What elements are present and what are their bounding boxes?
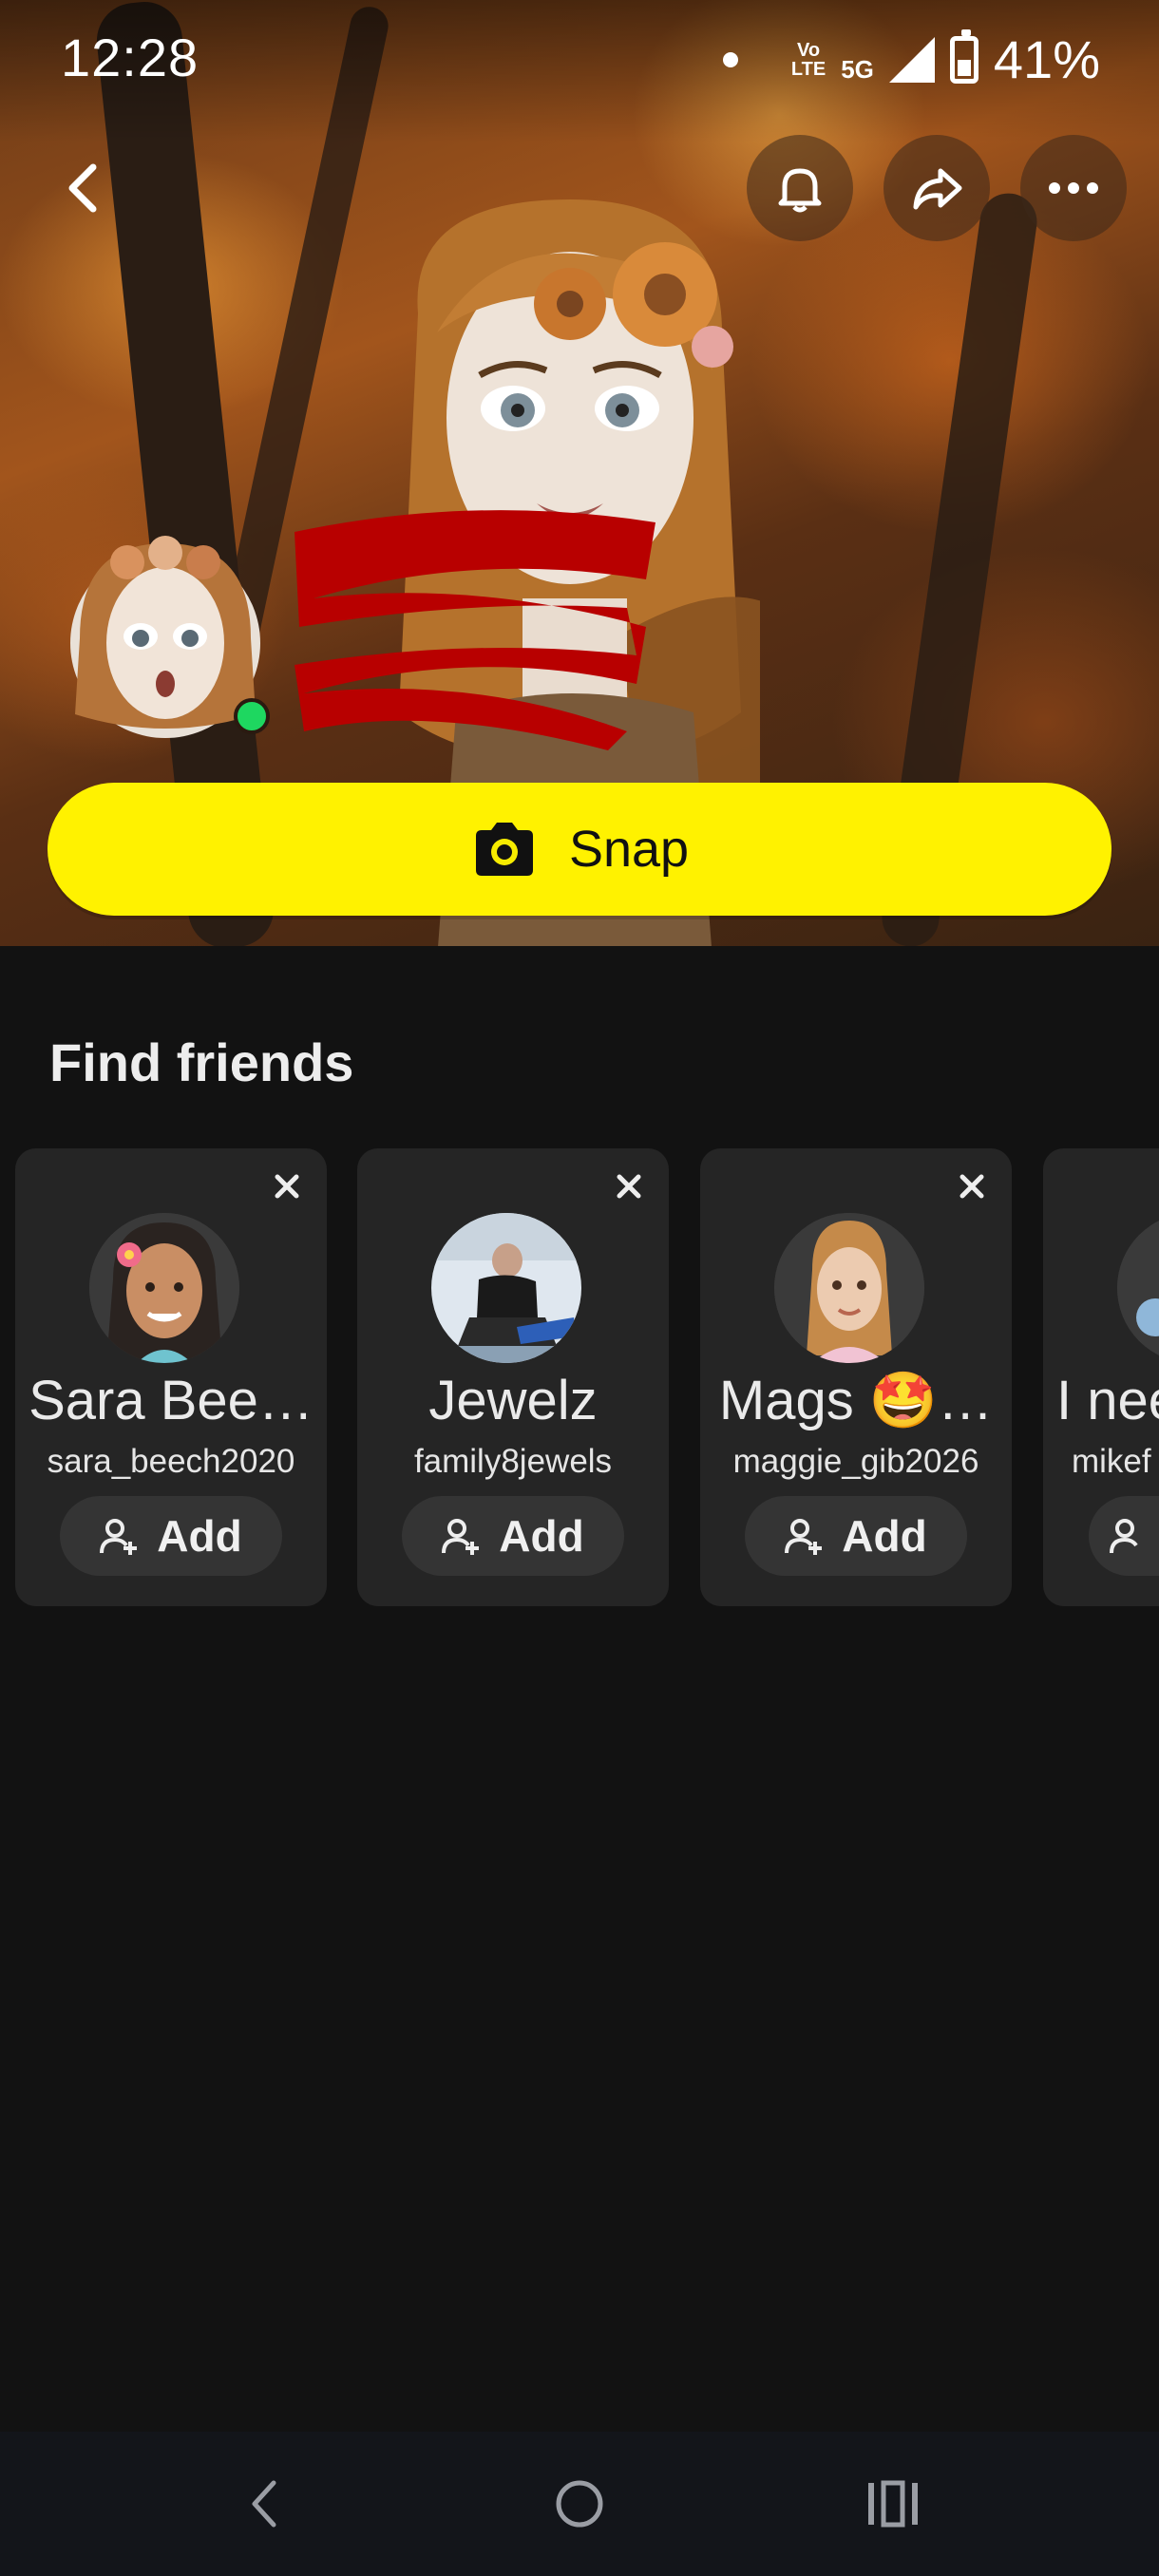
add-label: Add [842, 1511, 927, 1561]
redacted-name [294, 510, 656, 750]
add-friend-icon [442, 1519, 480, 1555]
dismiss-button[interactable] [951, 1165, 993, 1207]
suggestion-display-name: I nee [1056, 1370, 1159, 1431]
nav-recents-icon [868, 2480, 918, 2528]
friend-suggestion-card[interactable]: Mags 🤩… maggie_gib2026 Add [700, 1148, 1012, 1606]
suggestion-username: family8jewels [413, 1443, 613, 1480]
friend-suggestion-card[interactable]: Jewelz family8jewels Add [357, 1148, 669, 1606]
status-icons: Vo LTE 5G 41% [722, 28, 1100, 90]
suggestion-username: sara_beech2020 [47, 1443, 295, 1480]
avatar[interactable] [89, 1213, 239, 1363]
volte-top-label: Vo [797, 39, 821, 61]
signal-icon [888, 36, 935, 83]
friend-suggestion-card[interactable]: I nee mikef [1043, 1148, 1159, 1606]
nav-recents-button[interactable] [855, 2466, 931, 2542]
friend-suggestions-carousel[interactable]: Sara Bee… sara_beech2020 Add Jewelz fami… [15, 1148, 1159, 1608]
volte-bottom-label: LTE [790, 58, 826, 80]
add-label: Add [157, 1511, 242, 1561]
find-friends-title: Find friends [49, 1032, 354, 1092]
avatar[interactable] [431, 1213, 581, 1363]
notification-button[interactable] [747, 135, 853, 241]
snap-button-label: Snap [568, 821, 690, 878]
add-friend-icon [100, 1519, 138, 1555]
suggestion-display-name: Mags 🤩… [718, 1370, 994, 1431]
nav-back-button[interactable] [226, 2466, 302, 2542]
add-friend-button[interactable]: Add [60, 1496, 282, 1576]
more-icon [1049, 182, 1098, 194]
battery-fill [957, 60, 971, 76]
suggestion-display-name: Jewelz [428, 1370, 598, 1431]
avatar[interactable] [774, 1213, 924, 1363]
add-friend-icon [785, 1519, 823, 1555]
profile-photo-image [1117, 1213, 1159, 1363]
close-icon [275, 1174, 299, 1199]
battery-icon [949, 28, 978, 84]
dismiss-button[interactable] [608, 1165, 650, 1207]
bitmoji-avatar-image [774, 1213, 924, 1363]
profile-photo-image [431, 1213, 581, 1363]
close-icon [617, 1174, 641, 1199]
friend-suggestion-card[interactable]: Sara Bee… sara_beech2020 Add [15, 1148, 327, 1606]
profile-header: 12:28 Vo LTE 5G 41% Snap [0, 0, 1159, 946]
status-bar: 12:28 Vo LTE 5G 41% [0, 0, 1159, 114]
bitmoji-avatar-image [89, 1213, 239, 1363]
network-type: 5G [841, 55, 874, 84]
camera-icon [475, 823, 533, 876]
bell-icon [778, 168, 822, 213]
close-icon [960, 1174, 984, 1199]
notification-dot-icon [722, 51, 738, 67]
status-time: 12:28 [61, 28, 200, 87]
volte-icon: Vo LTE [791, 41, 826, 79]
share-icon [913, 168, 962, 210]
nav-home-icon [556, 2480, 603, 2528]
online-indicator [234, 698, 270, 734]
add-label: Add [499, 1511, 584, 1561]
add-friend-icon [1110, 1519, 1138, 1554]
chevron-left-icon [68, 163, 97, 213]
back-button[interactable] [28, 135, 135, 241]
more-options-button[interactable] [1020, 135, 1127, 241]
share-button[interactable] [884, 135, 990, 241]
nav-home-button[interactable] [542, 2466, 618, 2542]
suggestion-display-name: Sara Bee… [28, 1370, 314, 1431]
add-friend-button[interactable]: Add [402, 1496, 624, 1576]
nav-back-icon [252, 2480, 276, 2528]
suggestion-username: mikef [1072, 1443, 1151, 1480]
battery-percent: 41% [993, 29, 1100, 89]
snap-button[interactable]: Snap [48, 783, 1112, 916]
avatar[interactable] [1117, 1213, 1159, 1363]
system-navigation-bar [0, 2432, 1159, 2576]
add-friend-button[interactable] [1089, 1496, 1159, 1576]
dismiss-button[interactable] [266, 1165, 308, 1207]
friend-bitmoji-avatar[interactable] [70, 524, 260, 745]
suggestion-username: maggie_gib2026 [732, 1443, 979, 1480]
add-friend-button[interactable]: Add [745, 1496, 967, 1576]
